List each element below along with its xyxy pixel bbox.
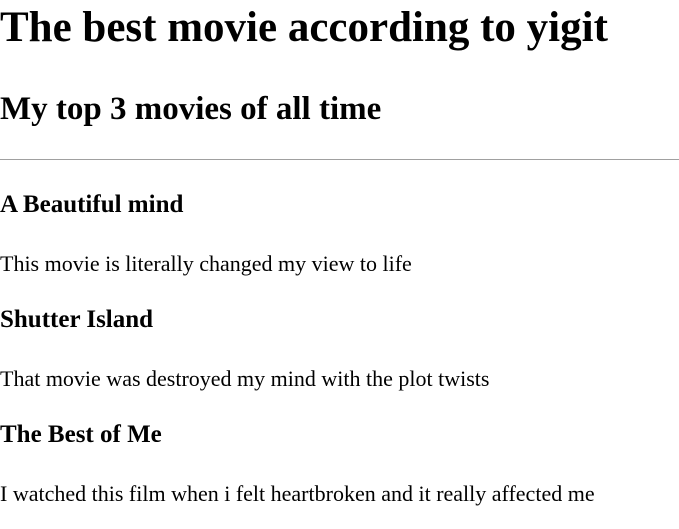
movie-title: A Beautiful mind: [0, 191, 184, 218]
page-subtitle: My top 3 movies of all time: [0, 91, 382, 127]
divider: [0, 159, 679, 160]
page: The best movie according to yigit My top…: [0, 0, 679, 529]
movie-title: Shutter Island: [0, 306, 154, 333]
movie-description: This movie is literally changed my view …: [0, 251, 412, 276]
movie-title: The Best of Me: [0, 421, 162, 448]
movie-description: I watched this film when i felt heartbro…: [0, 481, 595, 506]
page-title: The best movie according to yigit: [0, 4, 608, 51]
movie-description: That movie was destroyed my mind with th…: [0, 366, 490, 391]
